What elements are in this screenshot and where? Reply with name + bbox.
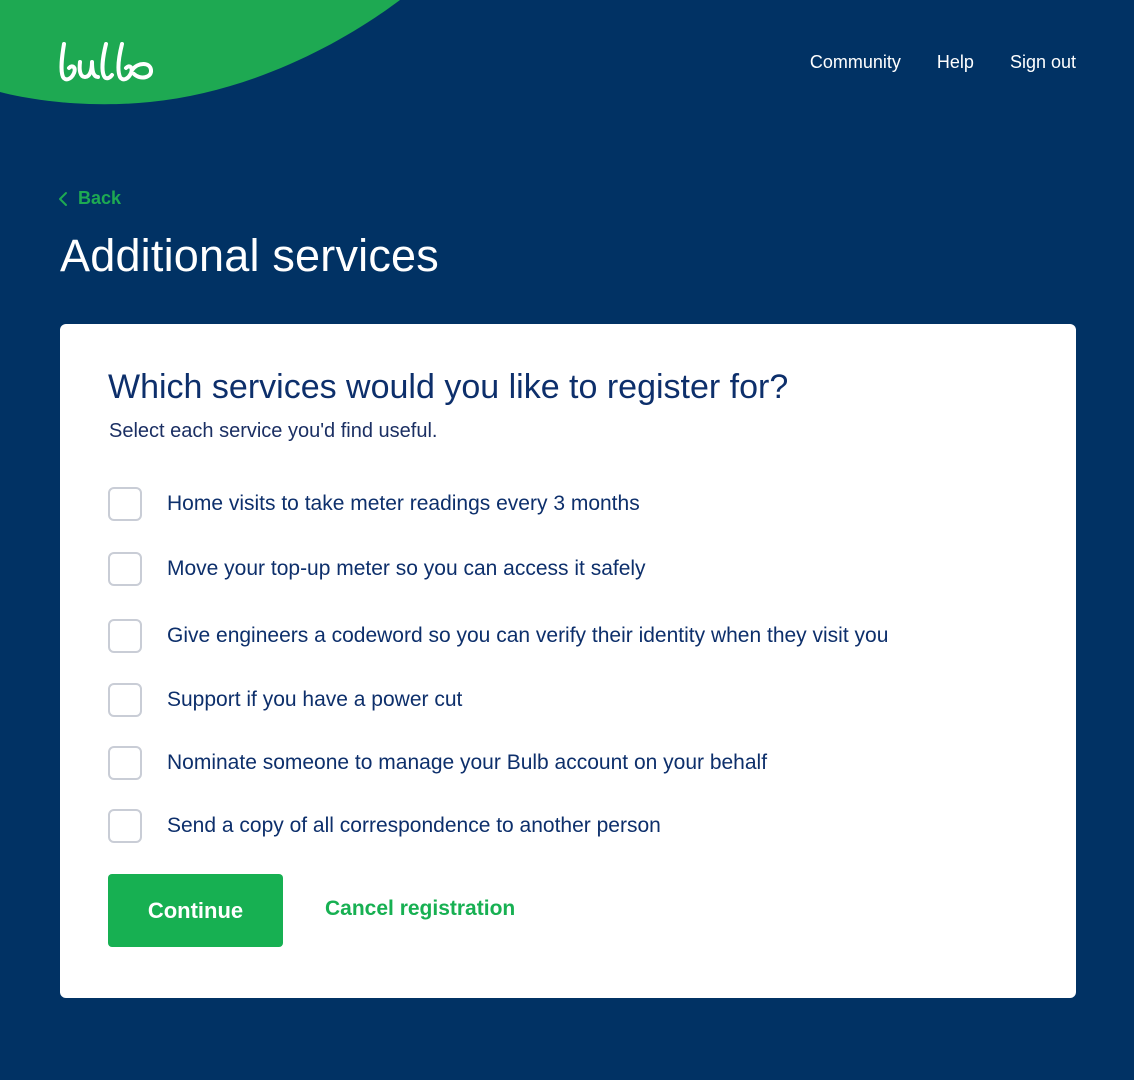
option-label: Move your top-up meter so you can access… [167,557,646,580]
page: Community Help Sign out Back Additional … [0,0,1134,1080]
option-label: Home visits to take meter readings every… [167,492,640,515]
option-codeword[interactable]: Give engineers a codeword so you can ver… [108,619,888,653]
bulb-logo[interactable] [58,40,158,89]
checkbox[interactable] [108,619,142,653]
option-label: Nominate someone to manage your Bulb acc… [167,751,768,774]
nav-sign-out-link[interactable]: Sign out [1010,52,1076,73]
option-home-visits[interactable]: Home visits to take meter readings every… [108,487,640,521]
logo-wordmark-icon [59,42,153,82]
option-correspondence[interactable]: Send a copy of all correspondence to ano… [108,809,661,843]
checkbox[interactable] [108,746,142,780]
checkbox[interactable] [108,552,142,586]
checkbox[interactable] [108,487,142,521]
option-move-meter[interactable]: Move your top-up meter so you can access… [108,552,646,586]
nav-help-link[interactable]: Help [937,52,974,73]
checkbox[interactable] [108,683,142,717]
option-label: Support if you have a power cut [167,688,463,711]
cancel-registration-link[interactable]: Cancel registration [325,897,515,921]
chevron-left-icon [59,191,67,206]
option-label: Send a copy of all correspondence to ano… [167,814,661,837]
checkbox[interactable] [108,809,142,843]
page-title: Additional services [60,230,439,281]
form-subheading: Select each service you'd find useful. [109,420,438,442]
top-navigation: Community Help Sign out [810,52,1076,73]
option-label: Give engineers a codeword so you can ver… [167,624,889,647]
form-heading: Which services would you like to registe… [108,368,789,406]
nav-community-link[interactable]: Community [810,52,901,73]
back-label: Back [78,188,122,208]
continue-button[interactable]: Continue [108,874,283,947]
back-link[interactable]: Back [58,188,121,209]
option-power-cut[interactable]: Support if you have a power cut [108,683,462,717]
services-form-card: Which services would you like to registe… [60,324,1076,998]
option-nominate[interactable]: Nominate someone to manage your Bulb acc… [108,746,767,780]
